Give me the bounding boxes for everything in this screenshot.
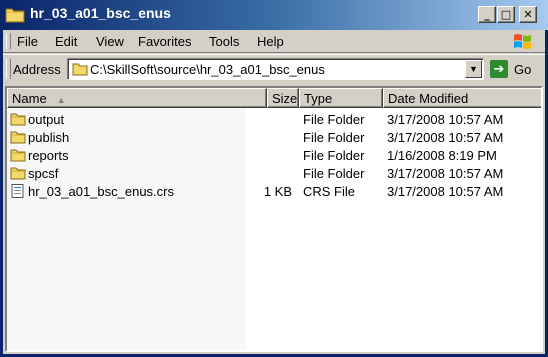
file-row[interactable]: reports File Folder 1/16/2008 8:19 PM <box>7 146 541 164</box>
column-header-date-label: Date Modified <box>388 91 469 106</box>
folder-icon <box>10 130 26 144</box>
file-row[interactable]: spcsf File Folder 3/17/2008 10:57 AM <box>7 164 541 182</box>
file-date-modified: 3/17/2008 10:57 AM <box>387 166 504 181</box>
menu-view[interactable]: View <box>96 34 124 49</box>
column-header-type[interactable]: Type <box>299 88 383 108</box>
folder-icon <box>10 148 26 162</box>
file-name: output <box>28 112 65 127</box>
sort-ascending-icon: ▲ <box>56 95 66 105</box>
chevron-down-icon: ▼ <box>469 64 478 74</box>
close-button[interactable]: ✕ <box>519 6 537 23</box>
address-value: C:\SkillSoft\source\hr_03_a01_bsc_enus <box>90 62 325 77</box>
file-row[interactable]: publish File Folder 3/17/2008 10:57 AM <box>7 128 541 146</box>
window-title: hr_03_a01_bsc_enus <box>30 5 171 21</box>
file-type: CRS File <box>303 184 356 199</box>
menu-file[interactable]: File <box>17 34 38 49</box>
address-input[interactable]: C:\SkillSoft\source\hr_03_a01_bsc_enus ▼ <box>67 58 484 80</box>
menu-help[interactable]: Help <box>257 34 284 49</box>
file-date-modified: 3/17/2008 10:57 AM <box>387 184 504 199</box>
menu-tools[interactable]: Tools <box>209 34 239 49</box>
file-type: File Folder <box>303 166 365 181</box>
file-date-modified: 3/17/2008 10:57 AM <box>387 130 504 145</box>
folder-icon <box>72 63 88 76</box>
address-label: Address <box>13 62 61 77</box>
maximize-button[interactable]: □ <box>497 6 515 23</box>
minimize-button[interactable]: _ <box>478 6 496 23</box>
column-header-type-label: Type <box>304 91 333 106</box>
menu-favorites[interactable]: Favorites <box>138 34 191 49</box>
toolbar-grip[interactable] <box>6 33 11 49</box>
column-header-size[interactable]: Size <box>267 88 299 108</box>
file-date-modified: 1/16/2008 8:19 PM <box>387 148 497 163</box>
title-bar[interactable]: hr_03_a01_bsc_enus _ □ ✕ <box>0 0 548 30</box>
window-bottom-edge <box>3 352 545 354</box>
go-label: Go <box>514 62 532 77</box>
folder-icon <box>10 166 26 180</box>
windows-logo-icon <box>514 34 531 49</box>
file-name: reports <box>28 148 69 163</box>
column-header-size-label: Size <box>272 91 298 106</box>
column-headers: Name ▲ Size Type Date Modified <box>7 88 541 108</box>
file-type: File Folder <box>303 130 365 145</box>
file-name: publish <box>28 130 70 145</box>
file-size: 1 KB <box>263 184 292 199</box>
file-name: spcsf <box>28 166 59 181</box>
file-icon <box>10 184 26 198</box>
toolbar-grip[interactable] <box>6 59 11 79</box>
address-bar: Address C:\SkillSoft\source\hr_03_a01_bs… <box>3 54 545 83</box>
file-row[interactable]: output File Folder 3/17/2008 10:57 AM <box>7 110 541 128</box>
file-date-modified: 3/17/2008 10:57 AM <box>387 112 504 127</box>
window-body: File Edit View Favorites Tools Help Addr… <box>3 30 545 354</box>
file-name: hr_03_a01_bsc_enus.crs <box>28 184 174 199</box>
go-button[interactable]: ➔ Go <box>488 59 544 79</box>
folder-icon <box>5 8 25 23</box>
file-row[interactable]: hr_03_a01_bsc_enus.crs 1 KB CRS File 3/17/2… <box>7 182 541 200</box>
folder-icon <box>10 112 26 126</box>
menu-edit[interactable]: Edit <box>55 34 77 49</box>
column-header-name[interactable]: Name ▲ <box>7 88 267 108</box>
menu-bar: File Edit View Favorites Tools Help <box>3 30 545 53</box>
go-arrow-icon: ➔ <box>490 60 508 78</box>
explorer-window: hr_03_a01_bsc_enus _ □ ✕ File Edit View … <box>0 0 548 357</box>
column-header-date[interactable]: Date Modified <box>383 88 541 108</box>
address-dropdown-button[interactable]: ▼ <box>465 60 482 78</box>
column-header-name-label: Name <box>12 91 47 106</box>
file-type: File Folder <box>303 148 365 163</box>
file-list[interactable]: Name ▲ Size Type Date Modified output File… <box>5 86 543 352</box>
file-type: File Folder <box>303 112 365 127</box>
